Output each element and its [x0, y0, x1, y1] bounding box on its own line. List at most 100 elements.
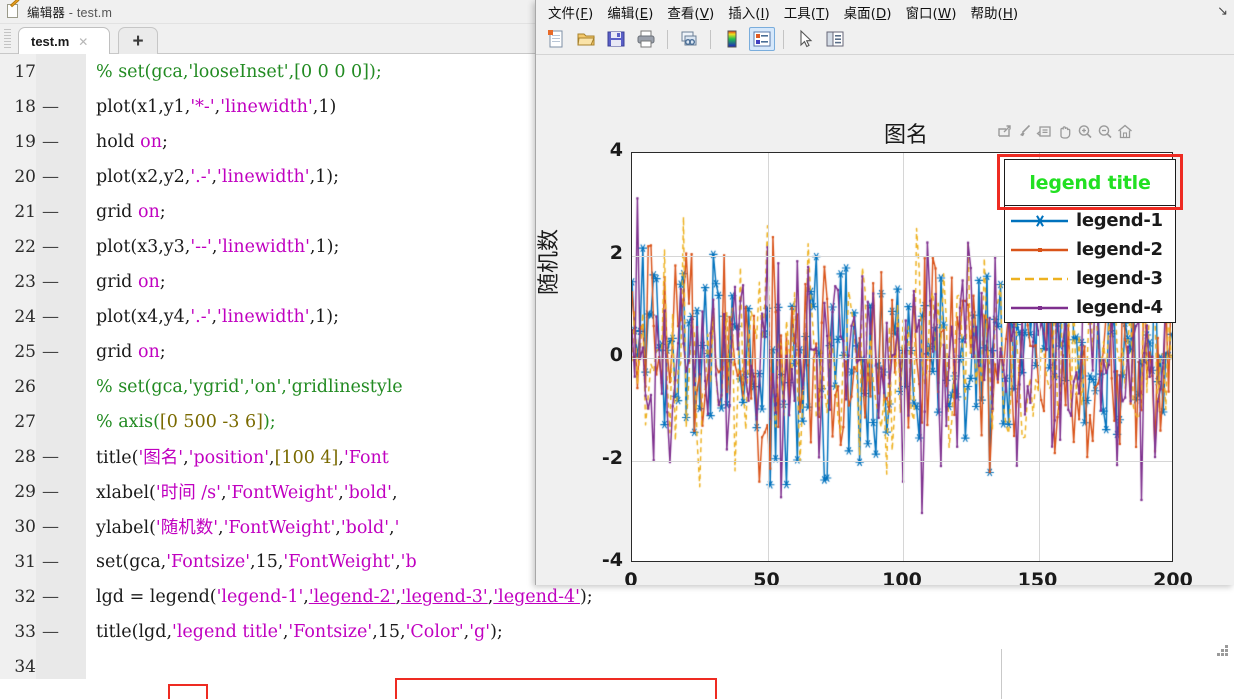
executable-line-marker[interactable]: —	[42, 587, 59, 607]
line-number: 29	[14, 481, 36, 502]
pan-icon[interactable]	[1056, 123, 1074, 141]
line-number: 19	[14, 131, 36, 152]
legend-line-sample	[1009, 270, 1071, 288]
x-tick-label: 200	[1153, 569, 1193, 585]
executable-line-marker[interactable]: —	[42, 552, 59, 572]
menu-h[interactable]: 帮助(H)	[963, 0, 1025, 24]
legend-entry[interactable]: legend-3	[1005, 264, 1175, 293]
plot-browser-icon[interactable]	[822, 27, 848, 51]
line-number: 32	[14, 586, 36, 607]
editor-panel-divider	[1001, 649, 1002, 699]
y-tick-label: -4	[601, 549, 623, 571]
zoom-in-icon[interactable]	[1076, 123, 1094, 141]
executable-line-marker[interactable]: —	[42, 167, 59, 187]
code-line[interactable]: 33 — title(lgd,'legend title','Fontsize',1…	[0, 614, 1234, 649]
code-text: % set(gca,'looseInset',[0 0 0 0]);	[96, 61, 382, 82]
x-tick-label: 150	[1017, 569, 1058, 585]
legend-icon[interactable]	[749, 27, 775, 51]
legend-entry-label: legend-4	[1076, 297, 1163, 318]
legend-entry-label: legend-2	[1076, 239, 1163, 260]
y-tick-label: 0	[609, 344, 623, 366]
link-plot-icon[interactable]	[676, 27, 702, 51]
executable-line-marker[interactable]: —	[42, 622, 59, 642]
editor-title-sep: -	[65, 6, 77, 20]
legend-entry[interactable]: legend-2	[1005, 235, 1175, 264]
menu-t[interactable]: 工具(T)	[777, 0, 837, 24]
annotation-box-fontsize	[395, 678, 717, 699]
menu-w[interactable]: 窗口(W)	[899, 0, 964, 24]
grid-line-horizontal	[632, 358, 1172, 359]
line-number: 31	[14, 551, 36, 572]
line-number: 18	[14, 96, 36, 117]
datatip-icon[interactable]	[1036, 123, 1054, 141]
edit-plot-arrow-icon[interactable]	[792, 27, 818, 51]
line-number: 26	[14, 376, 36, 397]
menu-f[interactable]: 文件(F)	[541, 0, 600, 24]
line-number: 17	[14, 61, 36, 82]
executable-line-marker[interactable]: —	[42, 447, 59, 467]
y-tick-label: 2	[609, 241, 623, 264]
open-file-icon[interactable]	[573, 27, 599, 51]
executable-line-marker[interactable]: —	[42, 517, 59, 537]
executable-line-marker[interactable]: —	[42, 482, 59, 502]
executable-line-marker[interactable]: —	[42, 237, 59, 257]
figure-toolbar	[536, 24, 1234, 55]
menu-d[interactable]: 桌面(D)	[837, 0, 899, 24]
executable-line-marker[interactable]: —	[42, 342, 59, 362]
axes-toolbar[interactable]	[996, 123, 1134, 141]
executable-line-marker[interactable]: —	[42, 97, 59, 117]
x-tick-label: 50	[753, 569, 780, 585]
restore-home-icon[interactable]	[1116, 123, 1134, 141]
chart-title: 图名	[883, 123, 928, 148]
legend-line-sample	[1009, 212, 1071, 230]
executable-line-marker[interactable]: —	[42, 307, 59, 327]
zoom-out-icon[interactable]	[1096, 123, 1114, 141]
annotation-box-lgd	[168, 684, 208, 699]
code-text: lgd = legend('legend-1','legend-2','lege…	[96, 586, 593, 607]
executable-line-marker[interactable]: —	[42, 132, 59, 152]
line-number: 33	[14, 621, 36, 642]
export-icon[interactable]	[996, 123, 1014, 141]
line-number: 24	[14, 306, 36, 327]
y-tick-label: 4	[609, 139, 623, 161]
figure-menubar: 文件(F) 编辑(E) 查看(V) 插入(I) 工具(T) 桌面(D) 窗口(W) 帮助(H)	[536, 0, 1234, 24]
brush-icon[interactable]	[1016, 123, 1034, 141]
print-figure-icon[interactable]	[633, 27, 659, 51]
menu-e[interactable]: 编辑(E)	[600, 0, 660, 24]
add-tab-button[interactable]: +	[118, 27, 158, 55]
toolbar-separator	[783, 29, 784, 49]
code-text: grid on;	[96, 271, 166, 292]
new-figure-icon[interactable]	[543, 27, 569, 51]
editor-icon	[6, 0, 21, 19]
executable-line-marker[interactable]: —	[42, 272, 59, 292]
legend-entries: legend-1 legend-2 legend-3 legend-4	[1005, 206, 1175, 322]
figure-canvas[interactable]: 图名 420-2-4 050100150200 随机数 时间 /s legend…	[536, 55, 1234, 585]
editor-title-file: test.m	[76, 6, 113, 20]
close-icon[interactable]: ✕	[78, 36, 88, 48]
line-number: 23	[14, 271, 36, 292]
legend-entry[interactable]: legend-1	[1005, 206, 1175, 235]
line-number: 34	[14, 656, 36, 677]
toolbar-separator	[667, 29, 668, 49]
save-figure-icon[interactable]	[603, 27, 629, 51]
menu-v[interactable]: 查看(V)	[660, 0, 721, 24]
x-tick-label: 100	[882, 569, 922, 585]
legend-line-sample	[1009, 299, 1071, 317]
line-number: 25	[14, 341, 36, 362]
executable-line-marker[interactable]: —	[42, 202, 59, 222]
code-text: plot(x3,y3,'--','linewidth',1);	[96, 236, 340, 257]
code-text: xlabel('时间 /s','FontWeight','bold',	[96, 483, 398, 503]
legend-entry[interactable]: legend-4	[1005, 293, 1175, 322]
tabstrip-grip[interactable]	[4, 29, 11, 49]
colorbar-icon[interactable]	[719, 27, 745, 51]
legend-entry-label: legend-3	[1076, 268, 1163, 289]
menu-i[interactable]: 插入(I)	[721, 0, 777, 24]
y-tick-label: -2	[601, 446, 623, 469]
code-text: grid on;	[96, 341, 166, 362]
tab-test-m[interactable]: test.m ✕	[18, 27, 110, 55]
code-text: title('图名','position',[100 4],'Font	[96, 448, 389, 468]
code-text: % set(gca,'ygrid','on','gridlinestyle	[96, 376, 403, 397]
chevron-expand-icon[interactable]: ↘	[1217, 3, 1228, 19]
resize-grip[interactable]	[1217, 645, 1229, 657]
legend-line-sample	[1009, 241, 1071, 259]
